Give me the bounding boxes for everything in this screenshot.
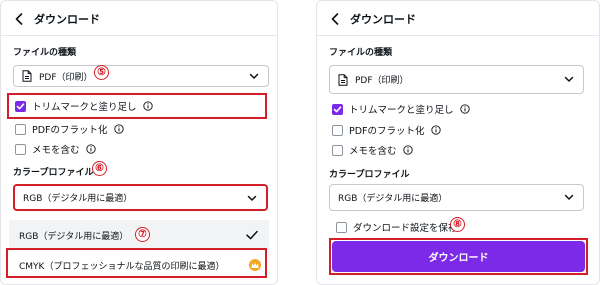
panel-header: ダウンロード (329, 9, 416, 29)
header-divider (1, 35, 277, 36)
document-icon (338, 73, 349, 86)
annotation-6: ⑥ (92, 161, 107, 176)
chevron-left-icon[interactable] (329, 12, 341, 26)
header-divider (317, 35, 599, 36)
save-settings-checkbox[interactable] (336, 221, 347, 233)
flatten-pdf-checkbox[interactable] (332, 124, 343, 136)
file-type-select[interactable]: PDF（印刷） (13, 65, 269, 87)
download-panel-right: ダウンロード ファイルの種類 PDF（印刷） トリムマークと塗り足し PDFのフ… (316, 0, 600, 285)
info-icon[interactable] (113, 124, 124, 134)
flatten-pdf-checkbox[interactable] (15, 123, 26, 135)
file-type-label: ファイルの種類 (13, 48, 77, 58)
download-button[interactable]: ダウンロード (332, 241, 585, 272)
annotation-8: ⑧ (450, 217, 465, 232)
color-profile-label: カラープロファイル (13, 168, 94, 178)
option-trim-marks[interactable]: トリムマークと塗り足し (15, 99, 153, 113)
dropdown-option-cmyk[interactable]: CMYK（プロフェッショナルな品質の印刷に最適） (9, 250, 269, 280)
flatten-pdf-label: PDFのフラット化 (349, 126, 425, 137)
panel-title: ダウンロード (350, 13, 416, 26)
option-flatten-pdf[interactable]: PDFのフラット化 (15, 122, 124, 136)
color-profile-value: RGB（デジタル用に最適） (23, 194, 133, 204)
save-settings-label: ダウンロード設定を保存 (353, 223, 458, 234)
option-include-notes[interactable]: メモを含む (15, 142, 96, 156)
option-save-settings[interactable]: ダウンロード設定を保存 (336, 220, 458, 234)
color-profile-select[interactable]: RGB（デジタル用に最適） (13, 184, 268, 211)
file-type-value: PDF（印刷） (39, 72, 93, 83)
annotation-7: ⑦ (135, 227, 150, 242)
color-profile-label: カラープロファイル (329, 170, 410, 180)
color-profile-select[interactable]: RGB（デジタル用に最適） (329, 184, 584, 211)
panel-title: ダウンロード (34, 13, 100, 26)
option-rgb-label: RGB（デジタル用に最適） (19, 231, 129, 242)
option-trim-marks[interactable]: トリムマークと塗り足し (332, 102, 470, 116)
info-icon[interactable] (402, 145, 413, 155)
chevron-down-icon (564, 192, 574, 202)
flatten-pdf-label: PDFのフラット化 (32, 125, 108, 136)
panel-header: ダウンロード (13, 9, 100, 29)
trim-marks-label: トリムマークと塗り足し (32, 102, 137, 113)
file-type-select[interactable]: PDF（印刷） (329, 65, 584, 94)
chevron-down-icon (247, 193, 257, 203)
include-notes-label: メモを含む (349, 146, 397, 157)
document-icon (22, 70, 33, 82)
file-type-label: ファイルの種類 (329, 48, 393, 58)
chevron-down-icon (564, 74, 574, 84)
option-include-notes[interactable]: メモを含む (332, 143, 413, 157)
include-notes-label: メモを含む (32, 145, 80, 156)
annotation-5: ⑤ (94, 65, 109, 80)
chevron-down-icon (249, 71, 259, 81)
trim-marks-checkbox[interactable] (15, 100, 26, 112)
option-flatten-pdf[interactable]: PDFのフラット化 (332, 123, 441, 137)
option-cmyk-label: CMYK（プロフェッショナルな品質の印刷に最適） (19, 261, 225, 272)
info-icon[interactable] (459, 104, 470, 114)
include-notes-checkbox[interactable] (332, 144, 343, 156)
color-profile-value: RGB（デジタル用に最適） (338, 194, 448, 204)
trim-marks-checkbox[interactable] (332, 103, 343, 115)
checkmark-icon (245, 228, 259, 242)
info-icon[interactable] (430, 125, 441, 135)
chevron-left-icon[interactable] (13, 12, 25, 26)
info-icon[interactable] (142, 101, 153, 111)
include-notes-checkbox[interactable] (15, 143, 26, 155)
info-icon[interactable] (85, 144, 96, 154)
file-type-value: PDF（印刷） (355, 76, 409, 86)
crown-icon (249, 259, 261, 271)
trim-marks-label: トリムマークと塗り足し (349, 105, 454, 116)
